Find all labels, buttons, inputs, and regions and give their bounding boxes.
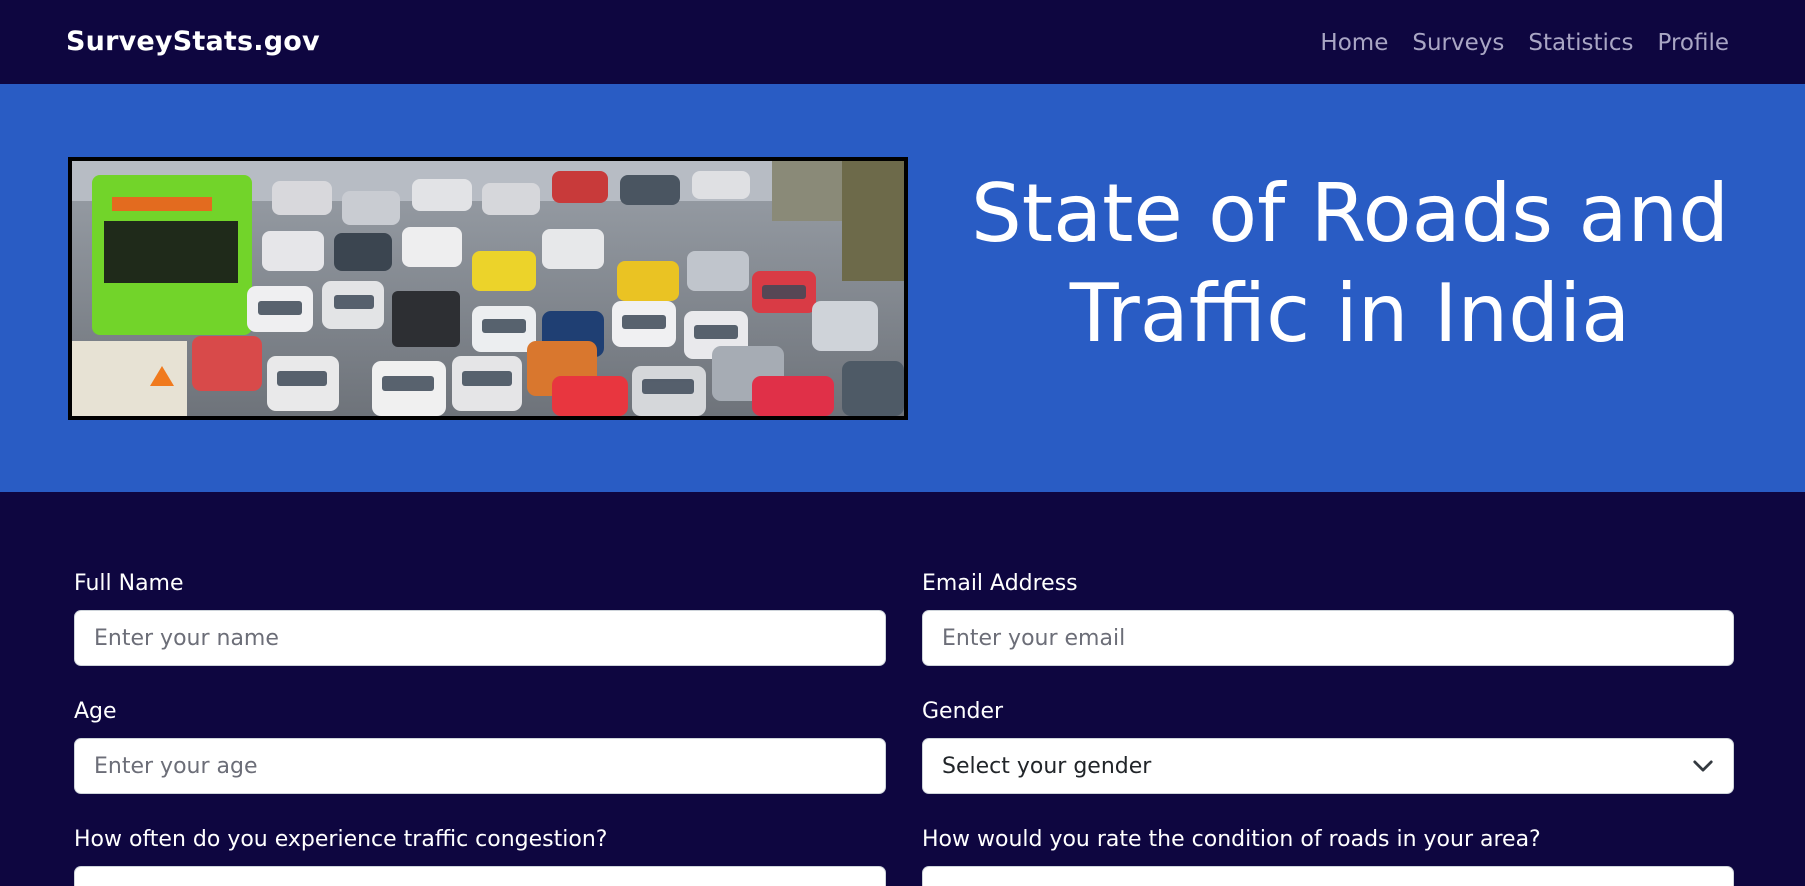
nav-link-statistics[interactable]: Statistics <box>1528 28 1633 58</box>
gender-label: Gender <box>922 699 1004 724</box>
nav-link-profile[interactable]: Profile <box>1657 28 1729 58</box>
title-line-1: State of Roads and <box>970 167 1730 260</box>
brand-logo[interactable]: SurveyStats.gov <box>66 26 320 58</box>
email-label: Email Address <box>922 571 1078 596</box>
email-field: Email Address <box>922 569 1734 666</box>
nav-links: Home Surveys Statistics Profile <box>1320 28 1729 58</box>
gender-selected-value: Select your gender <box>942 753 1152 779</box>
road-condition-label: How would you rate the condition of road… <box>922 827 1541 852</box>
congestion-label: How often do you experience traffic cong… <box>74 827 608 852</box>
survey-form: Full Name Email Address Age Gender Selec… <box>0 492 1805 886</box>
full-name-field: Full Name <box>74 569 886 666</box>
title-line-2: Traffic in India <box>1069 267 1631 360</box>
hero-banner: State of Roads and Traffic in India <box>0 84 1805 492</box>
congestion-select[interactable] <box>74 866 886 886</box>
nav-link-home[interactable]: Home <box>1320 28 1388 58</box>
full-name-label: Full Name <box>74 571 184 596</box>
page-title: State of Roads and Traffic in India <box>940 164 1760 364</box>
age-label: Age <box>74 699 117 724</box>
road-condition-select[interactable] <box>922 866 1734 886</box>
gender-select[interactable]: Select your gender <box>922 738 1734 794</box>
age-input[interactable] <box>74 738 886 794</box>
road-condition-field: How would you rate the condition of road… <box>922 825 1734 886</box>
navbar: SurveyStats.gov Home Surveys Statistics … <box>0 0 1805 84</box>
full-name-input[interactable] <box>74 610 886 666</box>
congestion-field: How often do you experience traffic cong… <box>74 825 886 886</box>
age-field: Age <box>74 697 886 794</box>
email-input[interactable] <box>922 610 1734 666</box>
gender-field: Gender Select your gender <box>922 697 1734 794</box>
chevron-down-icon <box>1693 760 1713 772</box>
traffic-congestion-photo <box>68 157 908 420</box>
nav-link-surveys[interactable]: Surveys <box>1412 28 1504 58</box>
